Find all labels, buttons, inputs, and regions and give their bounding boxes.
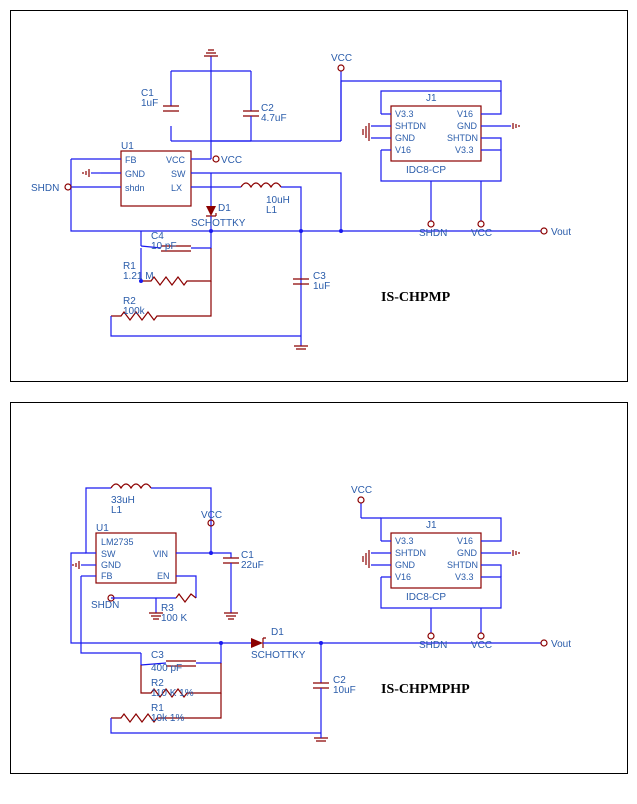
svg-text:22uF: 22uF xyxy=(241,560,264,571)
svg-text:10k 1%: 10k 1% xyxy=(151,713,184,724)
svg-text:SHTDN: SHTDN xyxy=(447,133,478,143)
u1-ref: U1 xyxy=(121,141,134,152)
svg-text:1.21 M: 1.21 M xyxy=(123,271,154,282)
vout-label: Vout xyxy=(551,227,571,238)
svg-text:V3.3: V3.3 xyxy=(395,109,414,119)
schematic-top-svg: U1 FB GND shdn VCC SW LX SHDN VCC C1 1uF… xyxy=(11,11,611,351)
svg-text:SHDN: SHDN xyxy=(419,640,447,651)
cap-c2 xyxy=(243,111,259,116)
svg-text:IDC8-CP: IDC8-CP xyxy=(406,165,446,176)
svg-text:L1: L1 xyxy=(111,505,123,516)
svg-text:C3: C3 xyxy=(151,650,164,661)
svg-text:GND: GND xyxy=(395,560,416,570)
gnd-icon xyxy=(83,169,89,177)
svg-text:V16: V16 xyxy=(395,145,411,155)
svg-text:SHTDN: SHTDN xyxy=(447,560,478,570)
svg-text:V16: V16 xyxy=(395,572,411,582)
svg-text:10uF: 10uF xyxy=(333,685,356,696)
svg-text:110 K 1%: 110 K 1% xyxy=(151,688,194,699)
svg-text:GND: GND xyxy=(457,121,478,131)
svg-text:SHDN: SHDN xyxy=(91,600,119,611)
svg-text:4.7uF: 4.7uF xyxy=(261,113,287,124)
svg-text:V3.3: V3.3 xyxy=(455,572,474,582)
svg-text:VCC: VCC xyxy=(166,155,186,165)
svg-text:GND: GND xyxy=(457,548,478,558)
svg-text:J1: J1 xyxy=(426,520,437,531)
svg-text:V3.3: V3.3 xyxy=(455,145,474,155)
svg-text:Vout: Vout xyxy=(551,639,571,650)
svg-text:GND: GND xyxy=(395,133,416,143)
schematic-top: U1 FB GND shdn VCC SW LX SHDN VCC C1 1uF… xyxy=(10,10,628,382)
svg-text:SW: SW xyxy=(171,169,186,179)
res-r3 xyxy=(176,594,196,602)
svg-text:J1: J1 xyxy=(426,93,437,104)
svg-text:SCHOTTKY: SCHOTTKY xyxy=(191,218,246,229)
svg-text:L1: L1 xyxy=(266,205,278,216)
svg-text:100k: 100k xyxy=(123,306,146,317)
svg-text:V16: V16 xyxy=(457,109,473,119)
svg-text:U1: U1 xyxy=(96,523,109,534)
svg-text:LM2735: LM2735 xyxy=(101,537,134,547)
svg-text:V3.3: V3.3 xyxy=(395,536,414,546)
title-top: IS-CHPMP xyxy=(381,290,451,305)
svg-text:SHDN: SHDN xyxy=(31,183,59,194)
svg-text:VCC: VCC xyxy=(471,228,492,239)
svg-text:D1: D1 xyxy=(218,203,231,214)
svg-text:VCC: VCC xyxy=(331,53,352,64)
svg-text:FB: FB xyxy=(101,571,113,581)
svg-text:VIN: VIN xyxy=(153,549,168,559)
svg-text:VCC: VCC xyxy=(201,510,222,521)
diode-d1 xyxy=(206,206,216,216)
svg-text:shdn: shdn xyxy=(125,183,145,193)
svg-text:SHTDN: SHTDN xyxy=(395,121,426,131)
cap-c1 xyxy=(163,106,179,111)
svg-text:SW: SW xyxy=(101,549,116,559)
schematic-bot: U1 LM2735 SW GND FB VIN EN 33uH L1 VCC R… xyxy=(10,402,628,774)
svg-text:GND: GND xyxy=(125,169,146,179)
svg-text:LX: LX xyxy=(171,183,182,193)
title-bot: IS-CHPMPHP xyxy=(381,682,470,697)
svg-text:SHTDN: SHTDN xyxy=(395,548,426,558)
cap-c1b xyxy=(223,558,239,563)
inductor-l1 xyxy=(241,183,281,187)
svg-text:V16: V16 xyxy=(457,536,473,546)
svg-text:GND: GND xyxy=(101,560,122,570)
diode-d1b xyxy=(251,638,263,648)
svg-text:400 pF: 400 pF xyxy=(151,663,182,674)
svg-text:SHDN: SHDN xyxy=(419,228,447,239)
schematic-bot-svg: U1 LM2735 SW GND FB VIN EN 33uH L1 VCC R… xyxy=(11,403,611,743)
svg-text:D1: D1 xyxy=(271,627,284,638)
svg-text:EN: EN xyxy=(157,571,170,581)
svg-text:VCC: VCC xyxy=(221,155,242,166)
svg-text:100 K: 100 K xyxy=(161,613,187,624)
svg-text:IDC8-CP: IDC8-CP xyxy=(406,592,446,603)
svg-text:VCC: VCC xyxy=(351,485,372,496)
svg-text:1uF: 1uF xyxy=(313,281,330,292)
svg-text:1uF: 1uF xyxy=(141,98,158,109)
svg-text:FB: FB xyxy=(125,155,137,165)
svg-text:10 pF: 10 pF xyxy=(151,241,177,252)
svg-text:VCC: VCC xyxy=(471,640,492,651)
inductor-l1b xyxy=(111,484,151,488)
svg-text:SCHOTTKY: SCHOTTKY xyxy=(251,650,306,661)
